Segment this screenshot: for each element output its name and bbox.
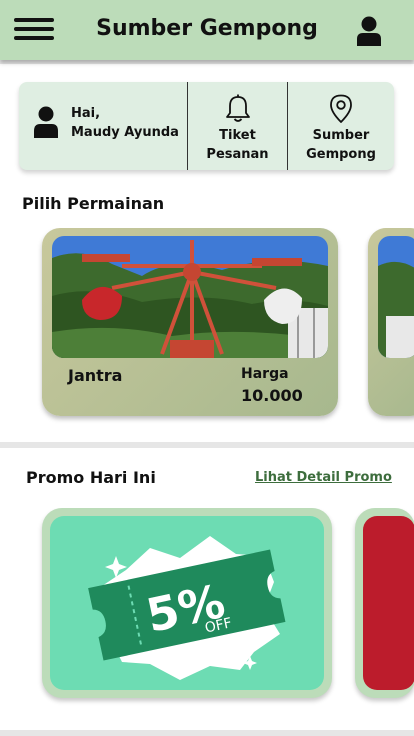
- greeting-hi: Hai,: [71, 106, 101, 121]
- promo-banner-next: [363, 516, 414, 690]
- ticket-label-line2: Pesanan: [206, 147, 269, 162]
- games-carousel[interactable]: Jantra Harga 10.000: [0, 228, 414, 424]
- discount-coupon-icon: 5% OFF: [88, 536, 286, 680]
- promo-section: Promo Hari Ini Lihat Detail Promo 5% OFF: [0, 448, 414, 730]
- promo-card-next[interactable]: [355, 508, 414, 698]
- bell-icon: [225, 94, 250, 122]
- promo-card[interactable]: 5% OFF: [42, 508, 332, 698]
- user-greeting-cell: Hai, Maudy Ayunda: [19, 82, 187, 170]
- ticket-orders-label: Tiket Pesanan: [188, 126, 287, 164]
- games-section: Hai, Maudy Ayunda Tiket Pesanan Sumber G…: [0, 64, 414, 442]
- game-photo: [378, 236, 414, 358]
- promo-section-title: Promo Hari Ini: [26, 468, 156, 487]
- profile-button[interactable]: [356, 16, 382, 46]
- game-name: Jantra: [68, 366, 123, 385]
- game-card[interactable]: Jantra Harga 10.000: [42, 228, 338, 416]
- promo-carousel[interactable]: 5% OFF: [0, 508, 414, 708]
- app-title: Sumber Gempong: [96, 16, 318, 41]
- user-icon: [34, 106, 58, 138]
- greeting-text: Hai, Maudy Ayunda: [71, 104, 179, 142]
- promo-coupon-banner: 5% OFF: [50, 516, 324, 690]
- user-info-card: Hai, Maudy Ayunda Tiket Pesanan Sumber G…: [19, 82, 394, 170]
- map-pin-icon: [330, 94, 352, 123]
- top-app-bar: Sumber Gempong: [0, 0, 414, 60]
- location-button[interactable]: Sumber Gempong: [287, 82, 394, 170]
- games-section-title: Pilih Permainan: [22, 194, 165, 213]
- ticket-orders-button[interactable]: Tiket Pesanan: [187, 82, 287, 170]
- price-value: 10.000: [241, 386, 303, 405]
- promo-detail-link[interactable]: Lihat Detail Promo: [255, 470, 392, 485]
- game-card-next[interactable]: [368, 228, 414, 416]
- user-name: Maudy Ayunda: [71, 125, 179, 140]
- price-label: Harga: [241, 366, 289, 382]
- location-label-line2: Gempong: [306, 147, 376, 162]
- location-label-line1: Sumber: [312, 128, 370, 143]
- game-photo: [52, 236, 328, 358]
- ticket-label-line1: Tiket: [219, 128, 256, 143]
- location-label: Sumber Gempong: [288, 126, 394, 164]
- user-icon: [357, 16, 381, 46]
